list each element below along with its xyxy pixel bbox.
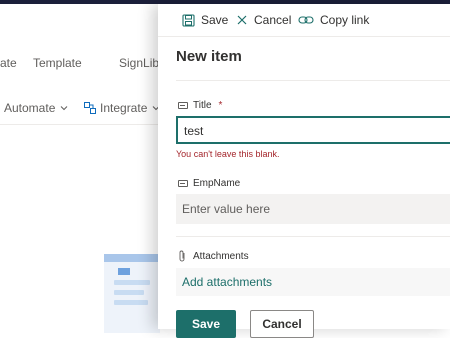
empname-label-text: EmpName: [193, 178, 241, 189]
title-input[interactable]: test: [176, 116, 450, 144]
empname-input[interactable]: Enter value here: [176, 194, 450, 224]
text-field-icon: [178, 180, 188, 187]
close-icon: [237, 15, 247, 25]
cancel-button[interactable]: Cancel: [250, 310, 314, 338]
field-divider: [176, 236, 450, 237]
title-label-text: Title: [193, 100, 212, 111]
integrate-icon: [84, 102, 96, 114]
nav-item-signlibrary[interactable]: SignLibr: [119, 56, 163, 70]
save-icon: [182, 13, 195, 27]
commandbar-cancel-label: Cancel: [254, 13, 292, 27]
nav-item-partial[interactable]: ate: [0, 56, 17, 70]
panel-commandbar: Save Cancel Copy link: [158, 4, 450, 36]
title-field-label: Title *: [178, 100, 222, 111]
nav-item-template[interactable]: Template: [33, 56, 82, 70]
save-button[interactable]: Save: [176, 310, 236, 338]
paperclip-icon: [179, 250, 185, 262]
commandbar-save-button[interactable]: Save: [182, 13, 228, 27]
automate-menu[interactable]: Automate: [4, 101, 69, 115]
title-divider: [176, 80, 450, 81]
attachments-label: Attachments: [178, 250, 249, 262]
integrate-label: Integrate: [100, 101, 148, 115]
attachments-label-text: Attachments: [193, 250, 249, 262]
automate-label: Automate: [4, 101, 56, 115]
new-item-panel: Save Cancel Copy link New item Title * te…: [158, 4, 450, 338]
text-field-icon: [178, 102, 188, 109]
title-error-message: You can't leave this blank.: [176, 149, 280, 159]
chevron-down-icon: [61, 106, 68, 111]
commandbar-cancel-button[interactable]: Cancel: [236, 13, 291, 27]
add-attachments-link[interactable]: Add attachments: [176, 268, 450, 296]
required-marker: *: [218, 100, 223, 111]
empty-list-illustration: [104, 254, 160, 333]
copy-link-button[interactable]: Copy link: [298, 13, 369, 27]
integrate-menu[interactable]: Integrate: [84, 101, 161, 115]
commandbar-save-label: Save: [201, 13, 229, 27]
panel-title: New item: [176, 48, 242, 65]
copy-link-label: Copy link: [320, 13, 370, 27]
link-icon: [298, 16, 314, 24]
empname-field-label: EmpName: [178, 178, 240, 189]
command-divider: [0, 124, 160, 125]
commandbar-divider: [158, 36, 450, 37]
